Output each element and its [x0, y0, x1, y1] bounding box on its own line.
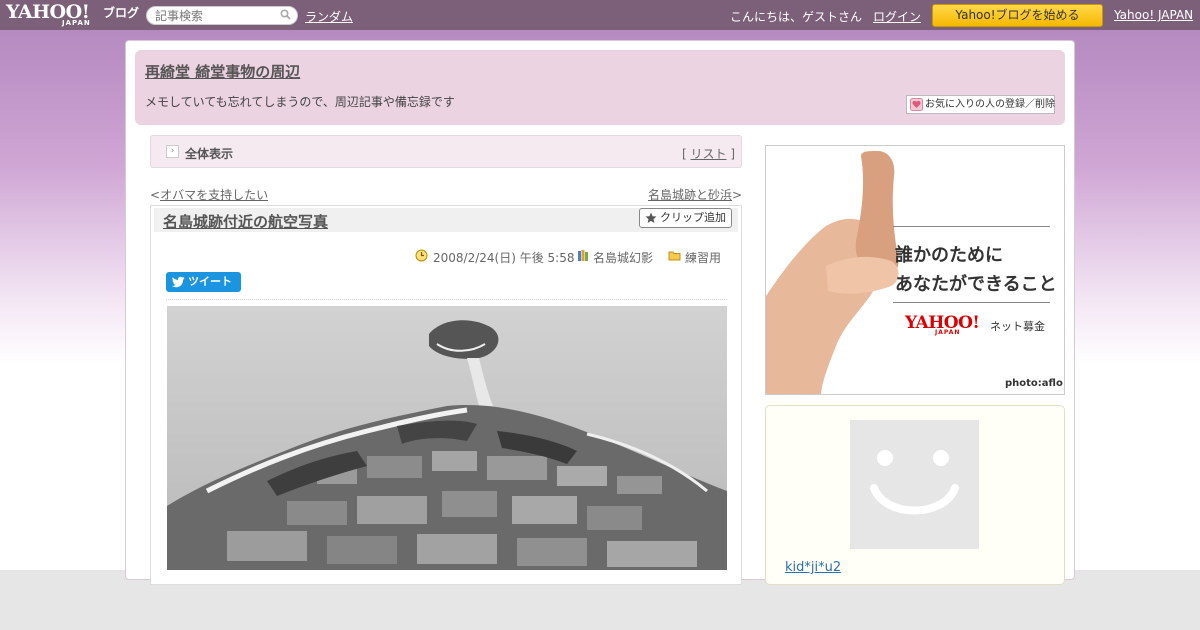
- view-all-bar: [150, 135, 742, 168]
- article-datetime-link[interactable]: 2008/2/24(日) 午後 5:58: [433, 249, 574, 266]
- prev-article-nav: <オバマを支持したい: [150, 186, 268, 203]
- search-icon[interactable]: [280, 9, 291, 20]
- ad-brand-japan: JAPAN: [935, 329, 961, 336]
- clip-button-label: クリップ追加: [660, 211, 726, 224]
- view-all-label[interactable]: 全体表示: [185, 145, 233, 162]
- divider: [166, 299, 727, 300]
- login-link[interactable]: ログイン: [873, 8, 921, 25]
- list-bracket-open: [: [682, 147, 691, 161]
- books-icon: [578, 250, 588, 261]
- article-title-link[interactable]: 名島城跡付近の航空写真: [163, 211, 328, 232]
- ad-divider-top: [893, 226, 1050, 227]
- next-article-nav: 名島城跡と砂浜>: [648, 186, 742, 203]
- random-link[interactable]: ランダム: [305, 8, 353, 25]
- top-bar: YAHOO! JAPAN ブログ ランダム こんにちは、ゲストさん ログイン Y…: [0, 0, 1200, 30]
- aerial-photo[interactable]: [167, 306, 727, 570]
- ad-divider-bottom: [893, 302, 1050, 303]
- tweet-button[interactable]: ツイート: [166, 272, 241, 292]
- clock-icon: [415, 249, 428, 262]
- list-bracket-close: ]: [726, 147, 736, 161]
- chevron-right-icon: ›: [166, 145, 179, 158]
- prev-arrow: <: [150, 188, 161, 202]
- ad-headline-line2: あなたができること: [895, 274, 1057, 295]
- ad-brand-service: ネット募金: [990, 320, 1045, 333]
- article-folder-link[interactable]: 練習用: [685, 249, 721, 266]
- profile-username-link[interactable]: kid*ji*u2: [785, 560, 841, 575]
- next-arrow: >: [732, 188, 743, 202]
- logo-japan-text: JAPAN: [62, 19, 91, 27]
- blog-description: メモしていても忘れてしまうので、周辺記事や備忘録です: [145, 95, 455, 109]
- list-link[interactable]: リスト: [691, 147, 727, 161]
- start-blog-button[interactable]: Yahoo!ブログを始める: [932, 4, 1103, 27]
- yahoo-japan-link[interactable]: Yahoo! JAPAN: [1114, 8, 1193, 22]
- ad-headline-line1: 誰かのために: [895, 245, 1003, 266]
- favorite-button-label: お気に入りの人の登録／削除: [925, 99, 1055, 110]
- ad-photo-credit: photo:aflo: [1005, 378, 1063, 389]
- search-input[interactable]: [155, 8, 275, 23]
- list-toggle: [ リスト ]: [682, 145, 735, 162]
- article-category-link[interactable]: 名島城幻影: [593, 249, 653, 266]
- tweet-button-label: ツイート: [188, 275, 232, 288]
- folder-icon: [668, 251, 681, 261]
- twitter-bird-icon: [172, 276, 185, 288]
- logo-blog-text: ブログ: [103, 6, 140, 20]
- greeting-text: こんにちは、ゲストさん: [730, 10, 863, 24]
- heart-icon: [910, 98, 923, 111]
- blog-title-link[interactable]: 再綺堂 綺堂事物の周辺: [145, 61, 300, 82]
- clip-add-button[interactable]: クリップ追加: [639, 208, 732, 228]
- yahoo-blog-logo[interactable]: YAHOO! JAPAN ブログ: [6, 3, 140, 28]
- star-icon: [645, 212, 657, 223]
- favorite-register-button[interactable]: お気に入りの人の登録／削除: [906, 95, 1055, 114]
- avatar[interactable]: [850, 420, 979, 549]
- next-article-link[interactable]: 名島城跡と砂浜: [648, 188, 732, 202]
- search-box: [146, 6, 298, 25]
- prev-article-link[interactable]: オバマを支持したい: [160, 188, 268, 202]
